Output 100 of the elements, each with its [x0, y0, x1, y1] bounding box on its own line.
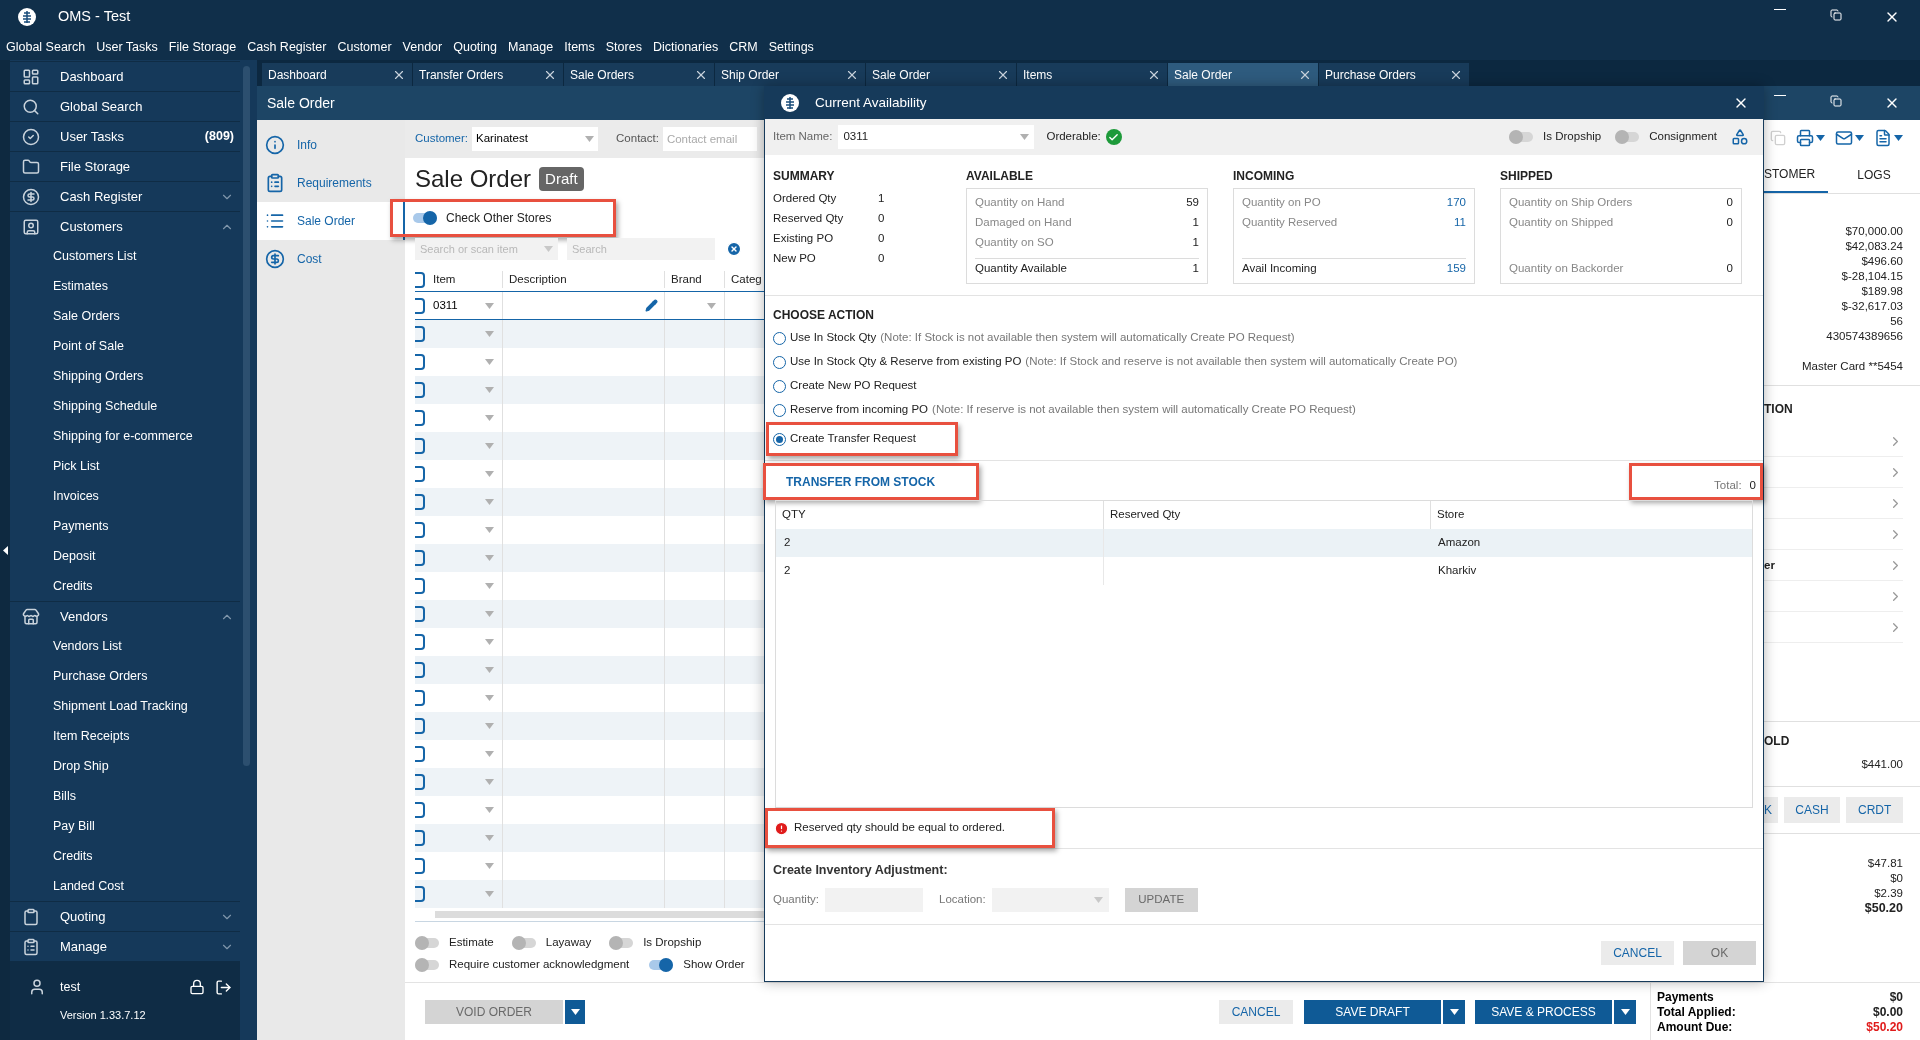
- menu-item[interactable]: Global Search: [6, 37, 86, 57]
- sidebar-subitem[interactable]: Bills: [10, 781, 240, 811]
- menu-item[interactable]: User Tasks: [96, 37, 158, 57]
- scrollbar[interactable]: [435, 911, 764, 918]
- header-checkbox[interactable]: [415, 271, 425, 288]
- document-tab[interactable]: Purchase Orders: [1319, 63, 1469, 86]
- toggle-switch[interactable]: [609, 936, 634, 950]
- sidebar-subitem[interactable]: Customers List: [10, 241, 240, 271]
- clear-icon[interactable]: [726, 241, 742, 257]
- sidebar-subitem[interactable]: Shipping for e-commerce: [10, 421, 240, 451]
- lock-icon[interactable]: [189, 979, 205, 996]
- stat-value[interactable]: 170: [1446, 194, 1466, 212]
- stat-value[interactable]: 159: [1446, 260, 1466, 278]
- nav-item[interactable]: Requirements: [257, 164, 405, 202]
- row-checkbox[interactable]: [415, 662, 425, 678]
- row-checkbox[interactable]: [415, 830, 425, 846]
- toggle-switch[interactable]: [511, 936, 536, 950]
- row-checkbox[interactable]: [415, 550, 425, 566]
- sidebar-subitem[interactable]: Shipment Load Tracking: [10, 691, 240, 721]
- search-field[interactable]: Search: [567, 238, 715, 260]
- row-checkbox[interactable]: [415, 326, 425, 342]
- row-checkbox[interactable]: [415, 802, 425, 818]
- sidebar-subitem[interactable]: Drop Ship: [10, 751, 240, 781]
- radio-button[interactable]: [773, 432, 786, 446]
- toggle-switch[interactable]: [413, 211, 437, 225]
- shapes-icon[interactable]: [1731, 128, 1749, 146]
- payment-button[interactable]: CASH: [1783, 796, 1841, 823]
- sidebar-subitem[interactable]: Shipping Schedule: [10, 391, 240, 421]
- row-checkbox[interactable]: [415, 297, 425, 314]
- payment-button[interactable]: CRDT: [1846, 796, 1903, 823]
- row-checkbox[interactable]: [415, 578, 425, 594]
- radio-button[interactable]: [773, 331, 786, 345]
- menu-item[interactable]: Manage: [508, 37, 554, 57]
- customer-field[interactable]: Karinatest: [472, 127, 599, 151]
- document-tab[interactable]: Items: [1017, 63, 1167, 86]
- sidebar-subitem[interactable]: Pay Bill: [10, 811, 240, 841]
- sidebar-subitem[interactable]: Invoices: [10, 481, 240, 511]
- row-checkbox[interactable]: [415, 718, 425, 734]
- row-checkbox[interactable]: [415, 494, 425, 510]
- sidebar-subitem[interactable]: Deposit: [10, 541, 240, 571]
- row-checkbox[interactable]: [415, 886, 425, 902]
- sidebar-item[interactable]: Vendors: [10, 601, 240, 631]
- row-checkbox[interactable]: [415, 634, 425, 650]
- menu-item[interactable]: Cash Register: [247, 37, 327, 57]
- sidebar-subitem[interactable]: Vendors List: [10, 631, 240, 661]
- cancel-button[interactable]: CANCEL: [1219, 999, 1293, 1024]
- row-checkbox[interactable]: [415, 466, 425, 482]
- sidebar-subitem[interactable]: Point of Sale: [10, 331, 240, 361]
- sidebar-subitem[interactable]: Landed Cost: [10, 871, 240, 901]
- sidebar-item[interactable]: Global Search: [10, 91, 240, 121]
- toggle-switch[interactable]: [649, 958, 674, 972]
- dropdown-button[interactable]: [565, 999, 585, 1024]
- transfer-tab[interactable]: TRANSFER FROM STOCK: [786, 472, 936, 491]
- menu-item[interactable]: Stores: [605, 37, 642, 57]
- sidebar-item[interactable]: User Tasks (809): [10, 121, 240, 151]
- sidebar-subitem[interactable]: Purchase Orders: [10, 661, 240, 691]
- menu-item[interactable]: Settings: [768, 37, 814, 57]
- sidebar-subitem[interactable]: Estimates: [10, 271, 240, 301]
- stat-value[interactable]: 11: [1454, 214, 1466, 232]
- sidebar-item[interactable]: Customers: [10, 211, 240, 241]
- sidebar-subitem[interactable]: Item Receipts: [10, 721, 240, 751]
- table-row[interactable]: 2 Kharkiv: [776, 557, 1752, 585]
- pencil-icon[interactable]: [645, 299, 658, 312]
- logout-icon[interactable]: [215, 978, 232, 996]
- document-tab[interactable]: Sale Order: [866, 63, 1016, 86]
- email-button[interactable]: [1835, 129, 1864, 147]
- menu-item[interactable]: Dictionaries: [652, 37, 719, 57]
- toggle-switch[interactable]: [1509, 130, 1534, 144]
- print-button[interactable]: [1796, 129, 1825, 147]
- menu-item[interactable]: Items: [564, 37, 595, 57]
- toggle-switch[interactable]: [415, 936, 439, 950]
- row-checkbox[interactable]: [415, 522, 425, 538]
- menu-item[interactable]: Quoting: [453, 37, 497, 57]
- save-process-button[interactable]: SAVE & PROCESS: [1475, 999, 1612, 1024]
- row-checkbox[interactable]: [415, 774, 425, 790]
- document-button[interactable]: [1874, 129, 1903, 147]
- toggle-switch[interactable]: [1615, 130, 1640, 144]
- radio-button[interactable]: [773, 355, 786, 369]
- row-checkbox[interactable]: [415, 858, 425, 874]
- row-checkbox[interactable]: [415, 438, 425, 454]
- sidebar-subitem[interactable]: Pick List: [10, 451, 240, 481]
- document-tab[interactable]: Sale Orders: [564, 63, 714, 86]
- row-checkbox[interactable]: [415, 410, 425, 426]
- payment-button[interactable]: K: [1764, 796, 1778, 823]
- menu-item[interactable]: Customer: [337, 37, 392, 57]
- sidebar-subitem[interactable]: Credits: [10, 841, 240, 871]
- dropdown-button[interactable]: [1443, 999, 1465, 1024]
- row-checkbox[interactable]: [415, 690, 425, 706]
- contact-field[interactable]: Contact email: [662, 127, 757, 151]
- sidebar-item[interactable]: File Storage: [10, 151, 240, 181]
- menu-item[interactable]: CRM: [729, 37, 758, 57]
- nav-item[interactable]: Cost: [257, 240, 405, 278]
- row-checkbox[interactable]: [415, 354, 425, 370]
- radio-button[interactable]: [773, 403, 786, 417]
- sidebar-subitem[interactable]: Shipping Orders: [10, 361, 240, 391]
- dialog-button[interactable]: CANCEL: [1601, 941, 1674, 965]
- menu-item[interactable]: File Storage: [168, 37, 237, 57]
- panel-tab[interactable]: LOGS: [1828, 156, 1920, 193]
- document-tab[interactable]: Dashboard: [262, 63, 412, 86]
- row-checkbox[interactable]: [415, 382, 425, 398]
